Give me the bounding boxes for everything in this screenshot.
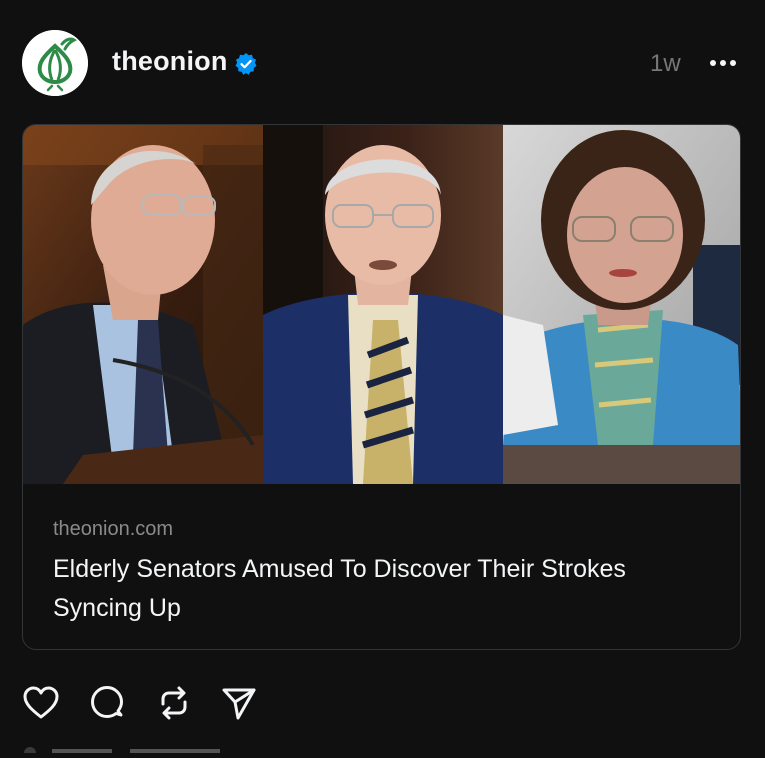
replies-summary-cutoff bbox=[0, 740, 765, 758]
repost-icon[interactable] bbox=[155, 684, 193, 722]
verified-badge-icon bbox=[235, 53, 257, 75]
senator-photo-center bbox=[263, 125, 503, 484]
article-headline[interactable]: Elderly Senators Amused To Discover Thei… bbox=[53, 550, 713, 628]
avatar[interactable] bbox=[22, 30, 88, 96]
more-options-icon[interactable] bbox=[708, 58, 738, 68]
senator-photo-right bbox=[503, 125, 740, 484]
post-timestamp: 1w bbox=[650, 50, 681, 77]
link-preview-card[interactable]: theonion.com Elderly Senators Amused To … bbox=[22, 124, 741, 650]
senator-photo-left bbox=[23, 125, 263, 484]
post-header: theonion 1w bbox=[0, 0, 765, 124]
username[interactable]: theonion bbox=[112, 46, 228, 77]
link-domain: theonion.com bbox=[53, 518, 174, 540]
post-actions bbox=[0, 676, 765, 726]
onion-logo-icon bbox=[22, 30, 88, 96]
heart-icon[interactable] bbox=[22, 684, 60, 722]
share-icon[interactable] bbox=[220, 684, 258, 722]
article-image bbox=[23, 125, 740, 484]
comment-icon[interactable] bbox=[88, 684, 126, 722]
